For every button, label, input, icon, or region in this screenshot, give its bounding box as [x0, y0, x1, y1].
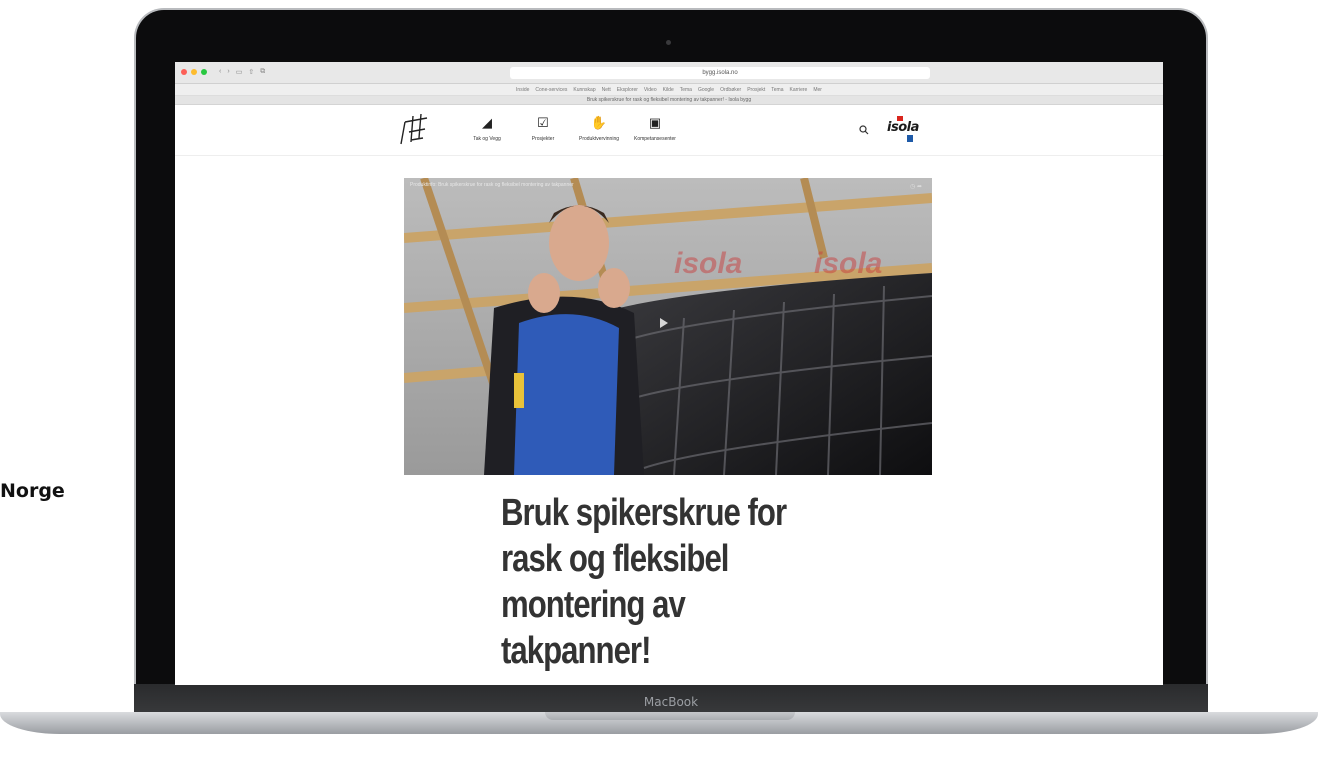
minimize-dot[interactable] — [191, 69, 197, 75]
headline-line: montering av — [501, 584, 686, 626]
play-icon[interactable] — [660, 318, 668, 328]
video-thumbnail: isola isola — [404, 178, 932, 475]
bookmark-item[interactable]: Kilde — [663, 87, 674, 93]
tab-title[interactable]: Bruk spikerskrue for rask og fleksibel m… — [175, 96, 1163, 105]
nav-item-produkt[interactable]: ✋ Produktvervinning — [577, 115, 621, 143]
browser-nav-buttons: ‹ › ▭ ⇧ ⧉ — [219, 68, 265, 76]
bookmark-item[interactable]: Video — [644, 87, 657, 93]
nav-item-kompetanse[interactable]: ▣ Kompetansesenter — [633, 115, 677, 143]
nav-label: Tak og Vegg — [473, 136, 501, 142]
nav-item-tak-og-vegg[interactable]: ◢ Tak og Vegg — [465, 115, 509, 143]
bookmark-item[interactable]: Kunnskap — [573, 87, 595, 93]
share-icon[interactable]: ⇧ — [248, 68, 254, 76]
nav-item-prosjekter[interactable]: ☑ Prosjekter — [521, 115, 565, 143]
video-title: Produktinfo: Bruk spikerskrue for rask o… — [410, 182, 574, 188]
triangle-icon: ◢ — [482, 115, 492, 130]
bookmark-item[interactable]: Cone-services — [535, 87, 567, 93]
video-share-icon[interactable]: ◷ ➦ — [910, 183, 922, 190]
side-label: Norge — [0, 480, 65, 502]
bookmark-item[interactable]: Ordbøker — [720, 87, 741, 93]
back-icon[interactable]: ‹ — [219, 68, 221, 76]
video-player[interactable]: isola isola Produktinfo: Bruk spikerskru… — [404, 178, 932, 475]
bookmark-item[interactable]: Mer — [813, 87, 822, 93]
url-bar[interactable]: bygg.isola.no — [510, 67, 930, 79]
close-dot[interactable] — [181, 69, 187, 75]
window-controls — [181, 69, 207, 75]
checklist-icon: ☑ — [537, 115, 549, 130]
svg-text:isola: isola — [674, 247, 742, 280]
hand-icon: ✋ — [590, 115, 608, 130]
article-headline: Bruk spikerskrue for rask og fleksibel m… — [501, 490, 787, 674]
main-nav: ◢ Tak og Vegg ☑ Prosjekter ✋ Produktverv… — [465, 115, 677, 143]
chat-icon: ▣ — [648, 115, 662, 130]
isola-logo-text: isola — [887, 120, 919, 135]
screen: ‹ › ▭ ⇧ ⧉ bygg.isola.no Inside Cone-servi… — [175, 62, 1163, 685]
isola-logo[interactable]: isola — [887, 116, 919, 142]
headline-line: takpanner! — [501, 630, 651, 672]
nav-label: Produktvervinning — [578, 136, 620, 142]
svg-text:isola: isola — [814, 247, 882, 280]
bookmark-item[interactable]: Tema — [771, 87, 783, 93]
bookmark-item[interactable]: Google — [698, 87, 714, 93]
site-logo-icon[interactable] — [399, 112, 429, 146]
bookmark-item[interactable]: Inside — [516, 87, 529, 93]
bookmark-item[interactable]: Eksplorer — [617, 87, 638, 93]
maximize-dot[interactable] — [201, 69, 207, 75]
forward-icon[interactable]: › — [227, 68, 229, 76]
bookmark-item[interactable]: Prosjekt — [747, 87, 765, 93]
headline-line: Bruk spikerskrue for — [501, 492, 787, 534]
headline-line: rask og fleksibel — [501, 538, 729, 580]
search-icon[interactable] — [859, 125, 869, 135]
sidebar-icon[interactable]: ▭ — [236, 68, 243, 76]
bookmark-item[interactable]: Tema — [680, 87, 692, 93]
nav-label: Kompetansesenter — [634, 136, 676, 142]
bookmark-item[interactable]: Nett — [602, 87, 611, 93]
browser-toolbar: ‹ › ▭ ⇧ ⧉ bygg.isola.no — [175, 62, 1163, 84]
laptop-notch — [545, 712, 795, 720]
camera-icon — [666, 40, 671, 45]
nav-label: Prosjekter — [531, 136, 555, 142]
bookmarks-bar: Inside Cone-services Kunnskap Nett Eksplorer… — [175, 84, 1163, 96]
bookmark-item[interactable]: Karriere — [790, 87, 808, 93]
site-header: ◢ Tak og Vegg ☑ Prosjekter ✋ Produktverv… — [175, 106, 1163, 156]
isola-blue-mark — [907, 135, 913, 142]
tabs-icon[interactable]: ⧉ — [260, 68, 265, 76]
